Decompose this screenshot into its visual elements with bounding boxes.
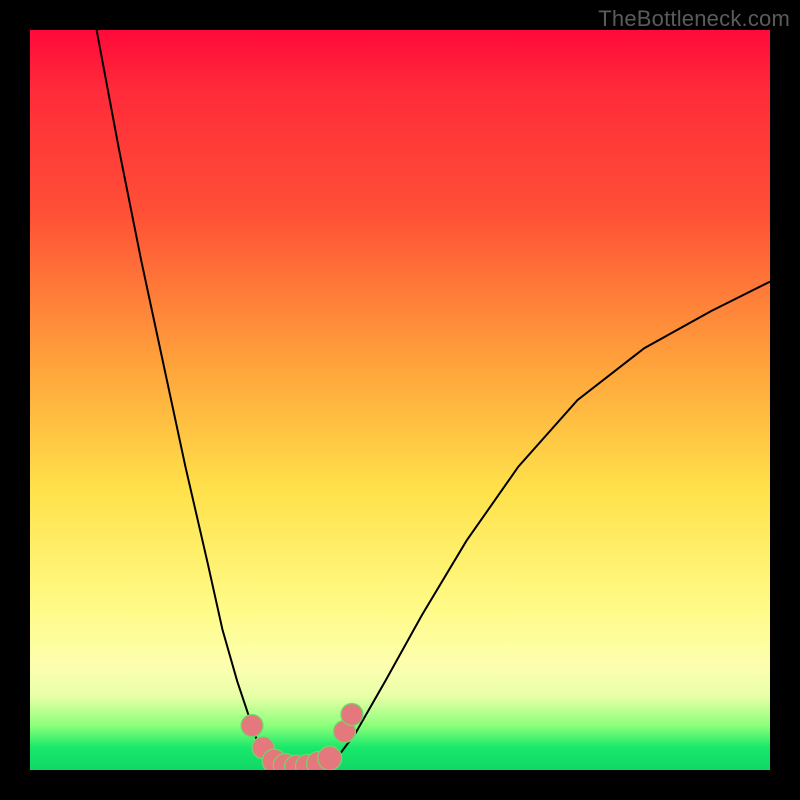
- plot-area: [30, 30, 770, 770]
- attribution-label: TheBottleneck.com: [598, 6, 790, 32]
- chart-svg: [30, 30, 770, 770]
- bottleneck-marker: [318, 746, 342, 770]
- marker-group: [241, 704, 363, 771]
- curve-group: [97, 30, 770, 769]
- bottleneck-curve: [97, 30, 770, 769]
- bottleneck-marker: [341, 704, 363, 726]
- bottleneck-marker: [241, 715, 263, 737]
- chart-frame: TheBottleneck.com: [0, 0, 800, 800]
